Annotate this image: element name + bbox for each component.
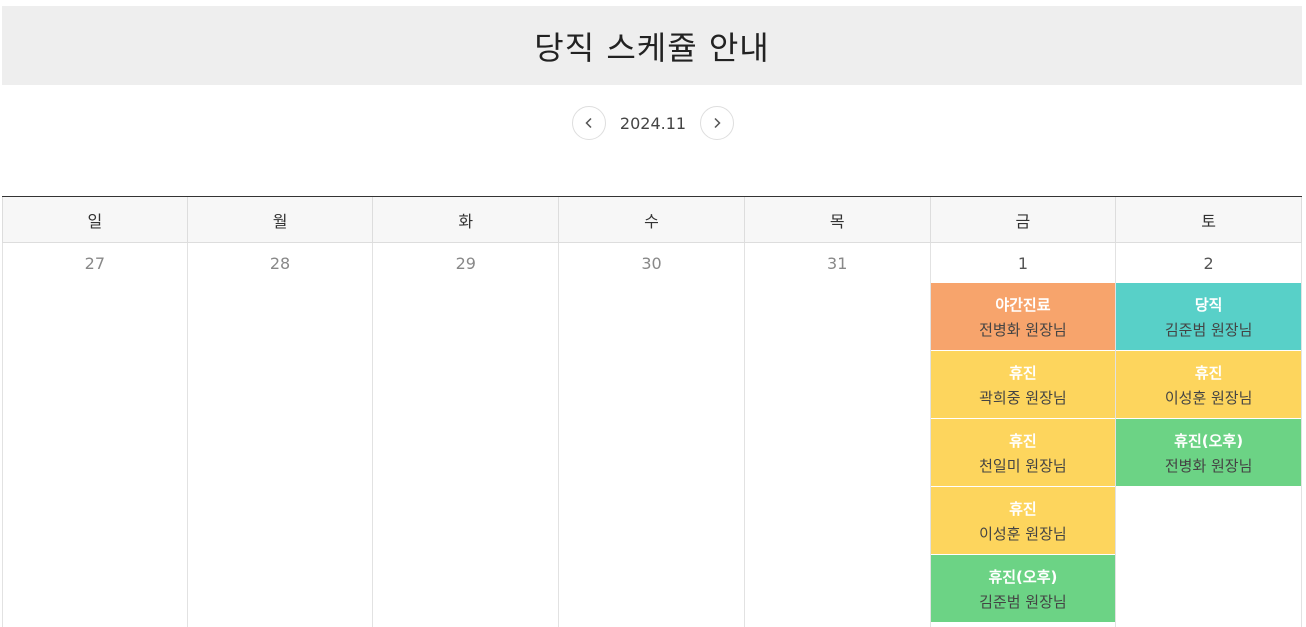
schedule-event[interactable]: 휴진 이성훈 원장님 (930, 487, 1116, 555)
schedule-event[interactable]: 휴진(오후) 김준범 원장님 (930, 555, 1116, 623)
schedule-event[interactable]: 야간진료 전병화 원장님 (930, 283, 1116, 351)
schedule-event[interactable]: 휴진 천일미 원장님 (930, 419, 1116, 487)
day-cell[interactable]: 29 (373, 243, 560, 627)
event-type: 휴진(오후) (1174, 431, 1244, 450)
event-type: 야간진료 (995, 295, 1051, 314)
day-cell[interactable]: 31 (745, 243, 931, 627)
day-cell[interactable]: 27 (2, 243, 188, 627)
weekday-thu: 목 (744, 197, 931, 243)
next-month-button[interactable] (700, 106, 735, 140)
event-doctor: 전병화 원장님 (979, 320, 1067, 339)
event-type: 휴진 (1194, 363, 1223, 382)
schedule-event[interactable]: 당직 김준범 원장님 (1116, 283, 1301, 351)
month-navigation: 2024.11 (0, 105, 1306, 141)
event-doctor: 김준범 원장님 (979, 592, 1067, 611)
weekday-fri: 금 (930, 197, 1117, 243)
chevron-left-icon (585, 117, 592, 129)
day-cell[interactable]: 28 (188, 243, 374, 627)
weekday-tue: 화 (373, 197, 560, 243)
day-number: 1 (1017, 253, 1029, 273)
event-type: 휴진 (1009, 363, 1037, 382)
current-month: 2024.11 (619, 113, 687, 133)
schedule-event[interactable]: 휴진(오후) 전병화 원장님 (1116, 419, 1301, 487)
event-type: 휴진(오후) (988, 567, 1058, 586)
event-doctor: 이성훈 원장님 (1164, 388, 1253, 407)
weekday-wed: 수 (559, 197, 745, 243)
day-number: 30 (641, 253, 662, 273)
event-type: 휴진 (1009, 431, 1037, 450)
day-number: 28 (269, 253, 291, 273)
event-doctor: 김준범 원장님 (1164, 320, 1253, 339)
event-list: 당직 김준범 원장님 휴진 이성훈 원장님 휴진(오후) 전병화 원장님 (1116, 283, 1301, 487)
day-number: 2 (1203, 253, 1214, 273)
prev-month-button[interactable] (571, 106, 606, 140)
event-doctor: 이성훈 원장님 (979, 524, 1067, 543)
event-doctor: 전병화 원장님 (1164, 456, 1253, 475)
weekday-mon: 월 (187, 197, 374, 243)
day-cell[interactable]: 1 야간진료 전병화 원장님 휴진 곽희중 원장님 휴진 천일미 원장님 휴진 … (930, 243, 1117, 627)
calendar: 일 월 화 수 목 금 토 27 28 29 30 31 1 야간진료 전병화 … (2, 196, 1302, 627)
day-number: 27 (84, 253, 106, 273)
chevron-right-icon (714, 117, 721, 129)
event-doctor: 천일미 원장님 (979, 456, 1067, 475)
page-title: 당직 스케쥴 안내 (534, 28, 770, 67)
weekday-sat: 토 (1116, 197, 1302, 243)
schedule-event[interactable]: 휴진 곽희중 원장님 (930, 351, 1116, 419)
day-cell[interactable]: 30 (559, 243, 745, 627)
schedule-event[interactable]: 휴진 이성훈 원장님 (1116, 351, 1301, 419)
weekday-sun: 일 (2, 197, 188, 243)
day-number: 29 (455, 253, 476, 273)
day-cell[interactable]: 2 당직 김준범 원장님 휴진 이성훈 원장님 휴진(오후) 전병화 원장님 (1116, 243, 1302, 627)
page-header: 당직 스케쥴 안내 (2, 6, 1302, 85)
event-doctor: 곽희중 원장님 (979, 388, 1067, 407)
day-number: 31 (827, 253, 848, 273)
event-type: 휴진 (1009, 499, 1037, 518)
calendar-week: 27 28 29 30 31 1 야간진료 전병화 원장님 휴진 곽희중 원장님 (2, 243, 1302, 627)
event-type: 당직 (1194, 295, 1223, 314)
event-list: 야간진료 전병화 원장님 휴진 곽희중 원장님 휴진 천일미 원장님 휴진 이성… (930, 283, 1116, 623)
weekday-header: 일 월 화 수 목 금 토 (2, 197, 1302, 243)
